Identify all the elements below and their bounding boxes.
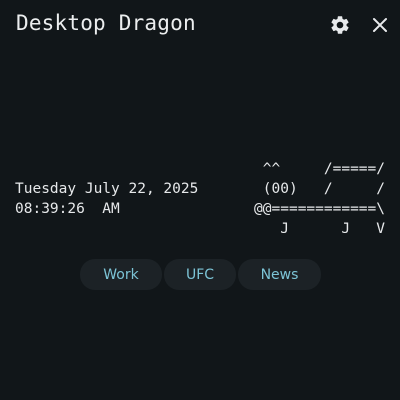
date-display: Tuesday July 22, 2025 — [15, 181, 199, 197]
ufc-link-button[interactable]: UFC — [164, 259, 236, 290]
desktop-dragon-window: Desktop Dragon Tuesday July 22, 2025 08:… — [0, 0, 400, 400]
quick-links: Work UFC News — [80, 259, 321, 290]
close-icon — [373, 18, 387, 32]
news-link-button[interactable]: News — [238, 259, 321, 290]
time-display: 08:39:26 AM — [15, 201, 120, 217]
settings-button[interactable] — [327, 12, 353, 38]
gear-icon — [331, 16, 349, 34]
ascii-dragon: ^^ /=====/ (00) / / @@============\ J J V — [254, 159, 385, 239]
dragon-line: @@============\ — [254, 201, 385, 217]
dragon-line: J J V — [280, 221, 385, 237]
work-link-button[interactable]: Work — [80, 259, 162, 290]
app-title: Desktop Dragon — [16, 11, 196, 35]
close-button[interactable] — [367, 12, 393, 38]
dragon-line: (00) / / — [262, 181, 385, 197]
dragon-line: ^^ /=====/ — [262, 161, 385, 177]
